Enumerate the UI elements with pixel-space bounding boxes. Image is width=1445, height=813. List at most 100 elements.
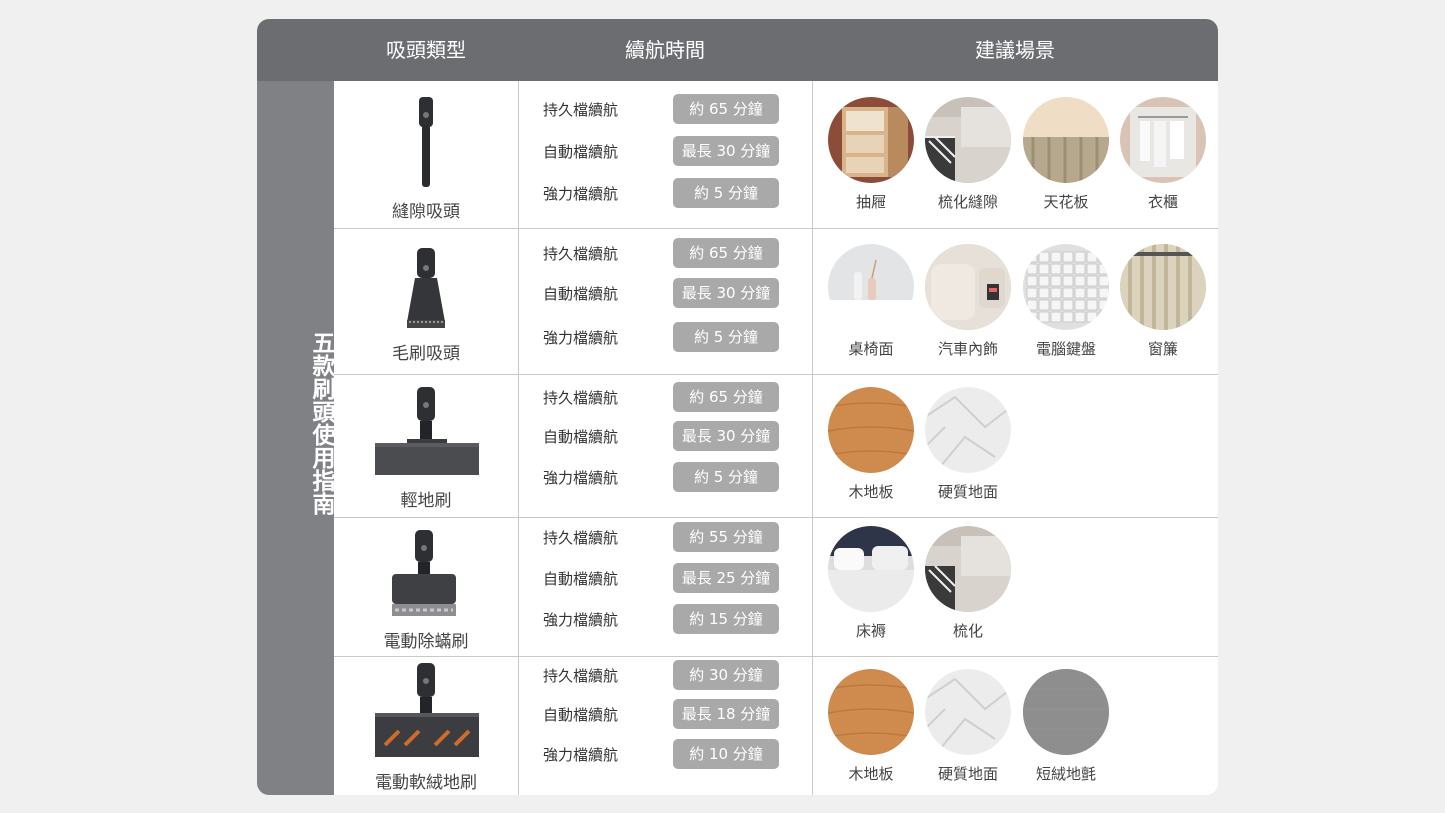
runtime-badge: 最長 30 分鐘	[673, 278, 779, 308]
scene-label: 抽屜	[855, 193, 886, 211]
runtime-badge: 最長 18 分鐘	[673, 699, 779, 729]
wardrobe-photo	[1120, 97, 1206, 183]
scene-item: 梳化	[919, 526, 1017, 641]
scene-label: 梳化	[952, 622, 983, 640]
mode-label: 自動檔續航	[543, 285, 619, 303]
mode-label: 持久檔續航	[543, 101, 619, 119]
table-row: 電動除蟎刷 持久檔續航 約 55 分鐘自動檔續航 最長 25 分鐘強力檔續航 約 15 …	[334, 517, 1218, 657]
scene-item: 窗簾	[1114, 244, 1212, 359]
wood-floor-photo	[828, 669, 914, 755]
curtain-photo	[1120, 244, 1206, 330]
scene-label: 短絨地氈	[1035, 765, 1096, 783]
scene-label: 電腦鍵盤	[1035, 340, 1096, 358]
mode-label: 強力檔續航	[543, 185, 619, 203]
drawer-photo	[828, 97, 914, 183]
scene-label: 硬質地面	[937, 483, 998, 501]
marble-floor-photo	[925, 387, 1011, 473]
marble-floor-photo	[925, 669, 1011, 755]
mode-label: 自動檔續航	[543, 706, 619, 724]
scene-item: 木地板	[822, 387, 920, 502]
scene-item: 電腦鍵盤	[1017, 244, 1115, 359]
wood-floor-photo	[828, 387, 914, 473]
scene-item: 抽屜	[822, 97, 920, 212]
nozzle-name: 輕地刷	[400, 491, 452, 511]
nozzle-name: 縫隙吸頭	[392, 202, 460, 222]
table-row: 縫隙吸頭 持久檔續航 約 65 分鐘自動檔續航 最長 30 分鐘強力檔續航 約 5 分鐘…	[334, 81, 1218, 229]
table-photo	[828, 244, 914, 330]
mode-label: 強力檔續航	[543, 469, 619, 487]
mode-label: 持久檔續航	[543, 667, 619, 685]
header-scenes: 建議場景	[975, 38, 1055, 62]
light-floor-brush-icon	[375, 387, 479, 481]
column-divider	[518, 81, 519, 228]
column-divider	[518, 374, 519, 517]
runtime-badge: 最長 30 分鐘	[673, 421, 779, 451]
crevice-nozzle-icon	[411, 97, 441, 193]
scene-item: 木地板	[822, 669, 920, 784]
car-interior-photo	[925, 244, 1011, 330]
mode-label: 強力檔續航	[543, 611, 619, 629]
runtime-badge: 約 5 分鐘	[673, 322, 779, 352]
mode-label: 自動檔續航	[543, 143, 619, 161]
runtime-badge: 最長 30 分鐘	[673, 136, 779, 166]
table-row: 輕地刷 持久檔續航 約 65 分鐘自動檔續航 最長 30 分鐘強力檔續航 約 5 分鐘木…	[334, 374, 1218, 518]
soft-roller-brush-icon	[375, 663, 479, 763]
column-divider	[812, 374, 813, 517]
mode-label: 自動檔續航	[543, 570, 619, 588]
scene-item: 床褥	[822, 526, 920, 641]
brush-guide-table: 吸頭類型 續航時間 建議場景 五款刷頭使用指南 縫隙吸頭 持久檔續航約 65 分鐘…	[257, 19, 1218, 795]
runtime-badge: 約 5 分鐘	[673, 178, 779, 208]
scene-item: 梳化縫隙	[919, 97, 1017, 212]
scene-label: 天花板	[1043, 193, 1089, 211]
mode-label: 持久檔續航	[543, 389, 619, 407]
column-divider	[812, 228, 813, 374]
scene-item: 硬質地面	[919, 669, 1017, 784]
mode-label: 持久檔續航	[543, 245, 619, 263]
header-nozzle-type: 吸頭類型	[386, 38, 466, 62]
bed-photo	[828, 526, 914, 612]
scene-item: 桌椅面	[822, 244, 920, 359]
runtime-badge: 約 30 分鐘	[673, 660, 779, 690]
column-divider	[812, 81, 813, 228]
sofa-gap-photo	[925, 97, 1011, 183]
scene-item: 衣櫃	[1114, 97, 1212, 212]
table-row: 毛刷吸頭 持久檔續航 約 65 分鐘 自動檔續航 最長 30 分鐘 強力檔續航 約 5 分鐘…	[334, 228, 1218, 375]
runtime-badge: 約 10 分鐘	[673, 739, 779, 769]
runtime-badge: 約 65 分鐘	[673, 238, 779, 268]
runtime-badge: 約 65 分鐘	[673, 382, 779, 412]
scene-item: 硬質地面	[919, 387, 1017, 502]
table-row: 電動軟絨地刷 持久檔續航 約 30 分鐘自動檔續航 最長 18 分鐘強力檔續航 約 10…	[334, 656, 1218, 795]
runtime-badge: 約 55 分鐘	[673, 522, 779, 552]
ceiling-photo	[1023, 97, 1109, 183]
nozzle-name: 電動軟絨地刷	[375, 773, 477, 793]
side-title: 五款刷頭使用指南	[308, 331, 334, 515]
runtime-badge: 最長 25 分鐘	[673, 563, 779, 593]
mode-label: 強力檔續航	[543, 746, 619, 764]
side-title-panel: 五款刷頭使用指南	[257, 81, 334, 795]
column-divider	[812, 517, 813, 656]
scene-item: 短絨地氈	[1017, 669, 1115, 784]
nozzle-name: 電動除蟎刷	[383, 632, 469, 652]
mite-brush-icon	[389, 530, 459, 624]
scene-item: 天花板	[1017, 97, 1115, 212]
scene-label: 木地板	[848, 483, 894, 501]
mode-label: 持久檔續航	[543, 529, 619, 547]
keyboard-photo	[1023, 244, 1109, 330]
mode-label: 自動檔續航	[543, 428, 619, 446]
column-divider	[518, 517, 519, 656]
runtime-badge: 約 65 分鐘	[673, 94, 779, 124]
scene-label: 桌椅面	[848, 340, 894, 358]
runtime-badge: 約 15 分鐘	[673, 604, 779, 634]
brush-nozzle-icon	[401, 248, 451, 334]
mode-label: 強力檔續航	[543, 329, 619, 347]
column-divider	[518, 228, 519, 374]
scene-label: 衣櫃	[1147, 193, 1178, 211]
scene-label: 窗簾	[1147, 340, 1178, 358]
runtime-badge: 約 5 分鐘	[673, 462, 779, 492]
scene-label: 木地板	[848, 765, 894, 783]
column-divider	[518, 656, 519, 795]
scene-item: 汽車內飾	[919, 244, 1017, 359]
scene-label: 硬質地面	[937, 765, 998, 783]
sofa-photo	[925, 526, 1011, 612]
carpet-photo	[1023, 669, 1109, 755]
